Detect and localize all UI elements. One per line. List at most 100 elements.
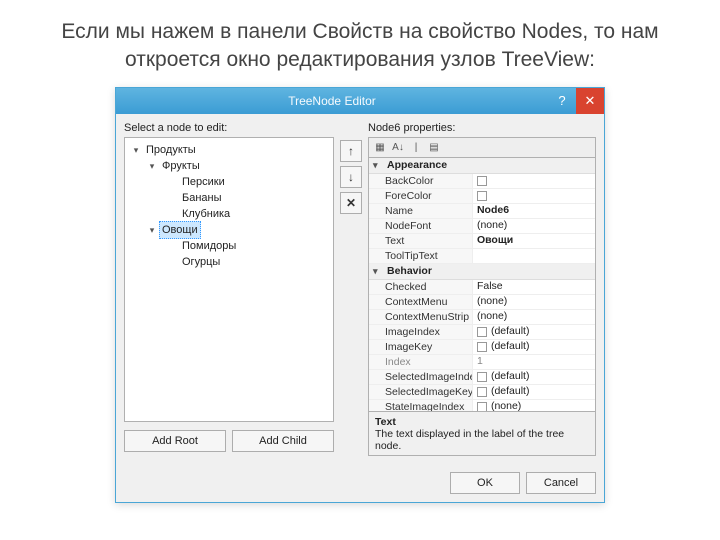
prop-row[interactable]: SelectedImageKey (default) — [369, 385, 595, 400]
prop-name: Name — [369, 204, 473, 218]
tree-node[interactable]: Персики — [127, 174, 331, 190]
property-description: Text The text displayed in the label of … — [368, 412, 596, 456]
collapse-icon[interactable]: ▾ — [373, 157, 383, 173]
image-swatch — [477, 387, 487, 397]
prop-row[interactable]: ImageIndex (default) — [369, 325, 595, 340]
cancel-button[interactable]: Cancel — [526, 472, 596, 494]
categorized-icon[interactable]: ▦ — [373, 140, 387, 154]
prop-value: 1 — [473, 355, 595, 369]
tree-node-label: Бананы — [179, 190, 225, 206]
titlebar[interactable]: TreeNode Editor ? ✕ — [116, 88, 604, 114]
prop-name: StateImageIndex — [369, 400, 473, 412]
tree-node-label: Персики — [179, 174, 228, 190]
tree-node-label: Фрукты — [159, 158, 203, 174]
tree-node[interactable]: Огурцы — [127, 254, 331, 270]
prop-value[interactable]: (none) — [473, 295, 595, 309]
expand-icon[interactable]: ▾ — [131, 145, 141, 155]
tree-node[interactable]: Помидоры — [127, 238, 331, 254]
divider: | — [409, 140, 423, 154]
prop-row[interactable]: StateImageIndex (none) — [369, 400, 595, 412]
page-caption: Если мы нажем в панели Свойств на свойст… — [0, 0, 720, 87]
prop-name: ImageKey — [369, 340, 473, 354]
tree-node[interactable]: Клубника — [127, 206, 331, 222]
prop-row[interactable]: ContextMenuStrip (none) — [369, 310, 595, 325]
prop-name: ForeColor — [369, 189, 473, 203]
move-up-button[interactable]: ↑ — [340, 140, 362, 162]
tree-node[interactable]: ▾ Фрукты — [127, 158, 331, 174]
ok-button[interactable]: OK — [450, 472, 520, 494]
prop-category-behavior[interactable]: ▾ Behavior — [369, 264, 595, 280]
prop-name: Checked — [369, 280, 473, 294]
prop-value[interactable]: Node6 — [473, 204, 595, 218]
expand-icon[interactable]: ▾ — [147, 161, 157, 171]
close-button[interactable]: ✕ — [576, 88, 604, 114]
window-title: TreeNode Editor — [116, 94, 548, 108]
leaf-icon — [167, 257, 177, 267]
add-root-button[interactable]: Add Root — [124, 430, 226, 452]
tree-node[interactable]: ▾ Продукты — [127, 142, 331, 158]
prop-name: NodeFont — [369, 219, 473, 233]
add-child-button[interactable]: Add Child — [232, 430, 334, 452]
prop-row[interactable]: Index 1 — [369, 355, 595, 370]
prop-category-appearance[interactable]: ▾ Appearance — [369, 158, 595, 174]
tree-node-label: Клубника — [179, 206, 233, 222]
prop-row[interactable]: NodeFont (none) — [369, 219, 595, 234]
image-swatch — [477, 402, 487, 412]
expand-icon[interactable]: ▾ — [147, 225, 157, 235]
color-swatch — [477, 176, 487, 186]
arrow-up-icon: ↑ — [348, 144, 354, 158]
delete-icon: ✕ — [346, 196, 356, 210]
help-button[interactable]: ? — [548, 88, 576, 114]
desc-body: The text displayed in the label of the t… — [375, 428, 589, 452]
prop-name: SelectedImageIndex — [369, 370, 473, 384]
prop-value[interactable]: (default) — [473, 385, 595, 399]
prop-row[interactable]: ToolTipText — [369, 249, 595, 264]
treenode-editor-window: TreeNode Editor ? ✕ Select a node to edi… — [115, 87, 605, 503]
desc-title: Text — [375, 416, 589, 428]
prop-value[interactable]: (default) — [473, 370, 595, 384]
prop-row[interactable]: ForeColor — [369, 189, 595, 204]
left-pane-label: Select a node to edit: — [124, 122, 334, 134]
tree-view[interactable]: ▾ Продукты ▾ Фрукты Персики Бананы — [124, 137, 334, 422]
alpha-sort-icon[interactable]: A↓ — [391, 140, 405, 154]
category-label: Appearance — [387, 157, 447, 173]
prop-row[interactable]: Checked False — [369, 280, 595, 295]
prop-row[interactable]: ImageKey (default) — [369, 340, 595, 355]
delete-node-button[interactable]: ✕ — [340, 192, 362, 214]
prop-value[interactable] — [473, 249, 595, 263]
collapse-icon[interactable]: ▾ — [373, 263, 383, 279]
props-icon[interactable]: ▤ — [427, 140, 441, 154]
prop-value[interactable]: (none) — [473, 219, 595, 233]
move-down-button[interactable]: ↓ — [340, 166, 362, 188]
tree-node-label: Овощи — [159, 221, 201, 239]
prop-name: ToolTipText — [369, 249, 473, 263]
property-grid[interactable]: ▾ Appearance BackColor ForeColor Name No… — [368, 157, 596, 412]
arrow-down-icon: ↓ — [348, 170, 354, 184]
prop-value[interactable]: (none) — [473, 310, 595, 324]
prop-value[interactable] — [473, 174, 595, 188]
prop-value[interactable]: (default) — [473, 325, 595, 339]
prop-value[interactable] — [473, 189, 595, 203]
prop-row[interactable]: ContextMenu (none) — [369, 295, 595, 310]
prop-name: ContextMenuStrip — [369, 310, 473, 324]
tree-node-label: Помидоры — [179, 238, 239, 254]
image-swatch — [477, 327, 487, 337]
prop-name: ImageIndex — [369, 325, 473, 339]
leaf-icon — [167, 177, 177, 187]
tree-node[interactable]: Бананы — [127, 190, 331, 206]
prop-row[interactable]: Text Овощи — [369, 234, 595, 249]
prop-row[interactable]: SelectedImageIndex (default) — [369, 370, 595, 385]
prop-value[interactable]: (default) — [473, 340, 595, 354]
leaf-icon — [167, 209, 177, 219]
prop-row[interactable]: BackColor — [369, 174, 595, 189]
right-pane-label: Node6 properties: — [368, 122, 596, 134]
propertygrid-toolbar: ▦ A↓ | ▤ — [368, 137, 596, 157]
prop-value[interactable]: Овощи — [473, 234, 595, 248]
category-label: Behavior — [387, 263, 432, 279]
tree-node-selected[interactable]: ▾ Овощи — [127, 222, 331, 238]
prop-value[interactable]: (none) — [473, 400, 595, 412]
prop-row[interactable]: Name Node6 — [369, 204, 595, 219]
image-swatch — [477, 372, 487, 382]
prop-name: Index — [369, 355, 473, 369]
prop-value[interactable]: False — [473, 280, 595, 294]
